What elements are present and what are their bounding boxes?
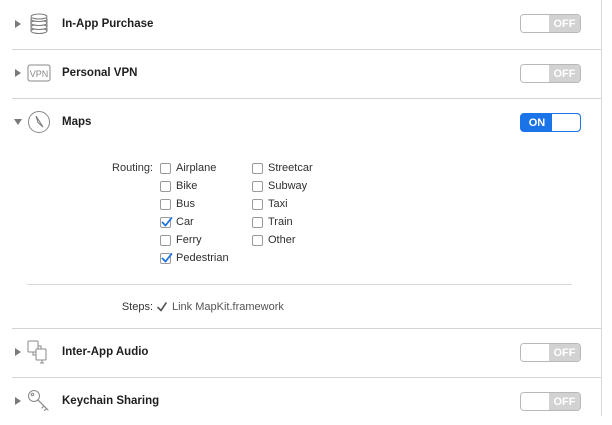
checkbox-label: Airplane	[176, 162, 217, 174]
checkbox-label: Bus	[176, 198, 195, 210]
routing-checkbox-bus[interactable]: Bus	[160, 196, 195, 212]
maps-toggle[interactable]: ON	[520, 113, 581, 132]
triangle-right-icon	[15, 69, 21, 77]
checkbox-label: Streetcar	[268, 162, 313, 174]
checkbox-label: Train	[268, 216, 293, 228]
checkbox-label: Ferry	[176, 234, 202, 246]
keychain-sharing-toggle[interactable]: OFF	[520, 392, 581, 411]
checkbox[interactable]	[252, 180, 263, 192]
checkbox-label: Car	[176, 216, 194, 228]
toggle-knob	[521, 65, 551, 82]
toggle-state-label: OFF	[549, 393, 580, 410]
capability-personal-vpn: VPN Personal VPN	[12, 49, 601, 97]
key-icon	[26, 388, 52, 414]
toggle-state-label: OFF	[549, 65, 580, 82]
capability-title: In-App Purchase	[62, 18, 154, 30]
checkbox[interactable]	[160, 198, 171, 210]
audio-windows-icon	[26, 339, 52, 365]
checkbox[interactable]	[252, 198, 263, 210]
right-edge-divider	[601, 0, 602, 416]
triangle-right-icon	[15, 20, 21, 28]
capability-title: Personal VPN	[62, 67, 138, 79]
triangle-right-icon	[15, 348, 21, 356]
checkbox-label: Pedestrian	[176, 252, 229, 264]
checkmark-icon	[161, 252, 173, 262]
capability-maps: Maps	[12, 98, 601, 146]
personal-vpn-toggle[interactable]: OFF	[520, 64, 581, 83]
routing-checkbox-subway[interactable]: Subway	[252, 178, 307, 194]
disclosure-triangle[interactable]	[14, 397, 22, 405]
toggle-state-label: ON	[528, 116, 546, 129]
checkbox[interactable]	[252, 216, 263, 228]
checkbox[interactable]	[160, 180, 171, 192]
triangle-right-icon	[15, 397, 21, 405]
checkbox[interactable]	[160, 216, 173, 228]
checkbox-label: Subway	[268, 180, 308, 192]
routing-checkbox-train[interactable]: Train	[252, 214, 293, 230]
vpn-icon: VPN	[26, 60, 52, 86]
capability-in-app-purchase: In-App Purchase	[12, 0, 601, 48]
capability-title: Inter-App Audio	[62, 346, 149, 358]
checkbox-label: Taxi	[268, 198, 288, 210]
disclosure-triangle[interactable]	[14, 119, 22, 125]
routing-label: Routing:	[112, 162, 153, 174]
toggle-knob	[521, 344, 551, 361]
routing-checkbox-pedestrian[interactable]: Pedestrian	[160, 250, 229, 266]
inter-app-audio-toggle[interactable]: OFF	[520, 343, 581, 362]
routing-checkbox-other[interactable]: Other	[252, 232, 296, 248]
disclosure-triangle[interactable]	[14, 69, 22, 77]
routing-checkbox-taxi[interactable]: Taxi	[252, 196, 288, 212]
checkbox-label: Bike	[176, 180, 198, 192]
step-item: Link MapKit.framework	[157, 299, 284, 315]
steps-label: Steps:	[121, 301, 153, 313]
routing-checkbox-car[interactable]: Car	[160, 214, 194, 230]
checkbox[interactable]	[160, 252, 173, 264]
routing-checkbox-airplane[interactable]: Airplane	[160, 160, 216, 176]
compass-icon	[26, 109, 52, 135]
disclosure-triangle[interactable]	[14, 20, 22, 28]
checkbox[interactable]	[252, 162, 263, 174]
in-app-purchase-toggle[interactable]: OFF	[520, 14, 581, 33]
steps-separator	[27, 284, 572, 285]
checkbox[interactable]	[160, 234, 171, 246]
coins-stack-icon	[26, 11, 52, 37]
routing-checkbox-bike[interactable]: Bike	[160, 178, 197, 194]
toggle-knob	[521, 393, 551, 410]
capability-inter-app-audio: Inter-App Audio	[12, 328, 601, 376]
step-text: Link MapKit.framework	[172, 301, 284, 313]
checkbox[interactable]	[252, 234, 263, 246]
checkmark-icon	[161, 216, 173, 226]
toggle-knob	[521, 15, 551, 32]
capability-title: Keychain Sharing	[62, 395, 160, 407]
toggle-knob	[551, 114, 580, 131]
toggle-state-label: OFF	[549, 344, 580, 361]
capability-keychain-sharing: Keychain Sharing	[12, 377, 601, 425]
routing-checkbox-ferry[interactable]: Ferry	[160, 232, 202, 248]
checkbox[interactable]	[160, 162, 171, 174]
routing-checkbox-streetcar[interactable]: Streetcar	[252, 160, 313, 176]
checkmark-icon	[157, 302, 167, 312]
triangle-down-icon	[14, 119, 22, 125]
capability-title: Maps	[62, 116, 92, 128]
disclosure-triangle[interactable]	[14, 348, 22, 356]
toggle-state-label: OFF	[549, 15, 580, 32]
vpn-icon-text: VPN	[30, 69, 49, 79]
checkbox-label: Other	[268, 234, 296, 246]
